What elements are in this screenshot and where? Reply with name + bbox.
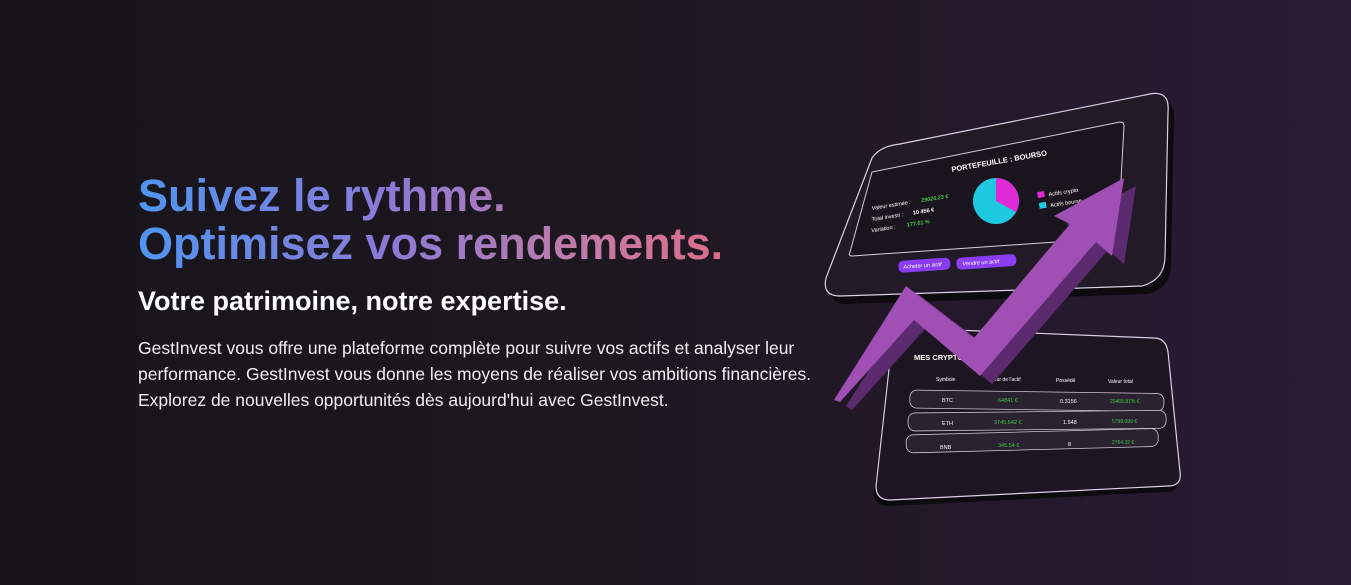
crypto-card: MES CRYPTOS MONNAIES Symbole Valeur de l…	[874, 327, 1181, 506]
table-row-btc[interactable]: BTC 64841 € 0.3156 20465.81% €	[909, 389, 1165, 412]
row-btc-total: 20465.81% €	[1110, 399, 1140, 405]
row-btc-value: 64841 €	[998, 398, 1018, 404]
row-btc-symbol: BTC	[942, 398, 953, 404]
headline-line-2: Optimisez vos rendements.	[138, 218, 724, 269]
illustration-svg: PORTEFEUILLE : BOURSO Valeur estimée : 2…	[824, 92, 1181, 506]
col-total-value: Valeur total	[1108, 379, 1133, 385]
row-eth-owned: 1.548	[1063, 420, 1077, 426]
legend-swatch-bourse	[1038, 201, 1047, 209]
hero-subheading: Votre patrimoine, notre expertise.	[138, 286, 567, 316]
row-bnb-total: 2764.32 €	[1112, 440, 1134, 446]
dashboard-illustration: PORTEFEUILLE : BOURSO Valeur estimée : 2…	[820, 80, 1200, 510]
row-bnb-symbol: BNB	[940, 445, 952, 451]
hero-headline: Suivez le rythme. Optimisez vos rendemen…	[138, 172, 838, 268]
col-owned: Possédé	[1056, 378, 1076, 384]
row-eth-total: 5798.099 €	[1112, 419, 1137, 425]
col-symbol: Symbole	[936, 377, 956, 383]
hero-description: GestInvest vous offre une plateforme com…	[138, 338, 812, 410]
row-btc-owned: 0.3156	[1060, 399, 1077, 405]
portfolio-pie-chart	[973, 178, 1019, 224]
legend-swatch-crypto	[1037, 190, 1045, 198]
table-row-eth[interactable]: ETH 3745.542 € 1.548 5798.099 €	[907, 409, 1167, 432]
row-eth-symbol: ETH	[942, 421, 953, 427]
row-eth-value: 3745.542 €	[994, 420, 1022, 426]
row-bnb-owned: 8	[1068, 442, 1071, 448]
hero-text-block: Suivez le rythme. Optimisez vos rendemen…	[138, 172, 838, 413]
row-bnb-value: 345.54 €	[998, 443, 1019, 449]
headline-line-1: Suivez le rythme.	[138, 170, 506, 221]
